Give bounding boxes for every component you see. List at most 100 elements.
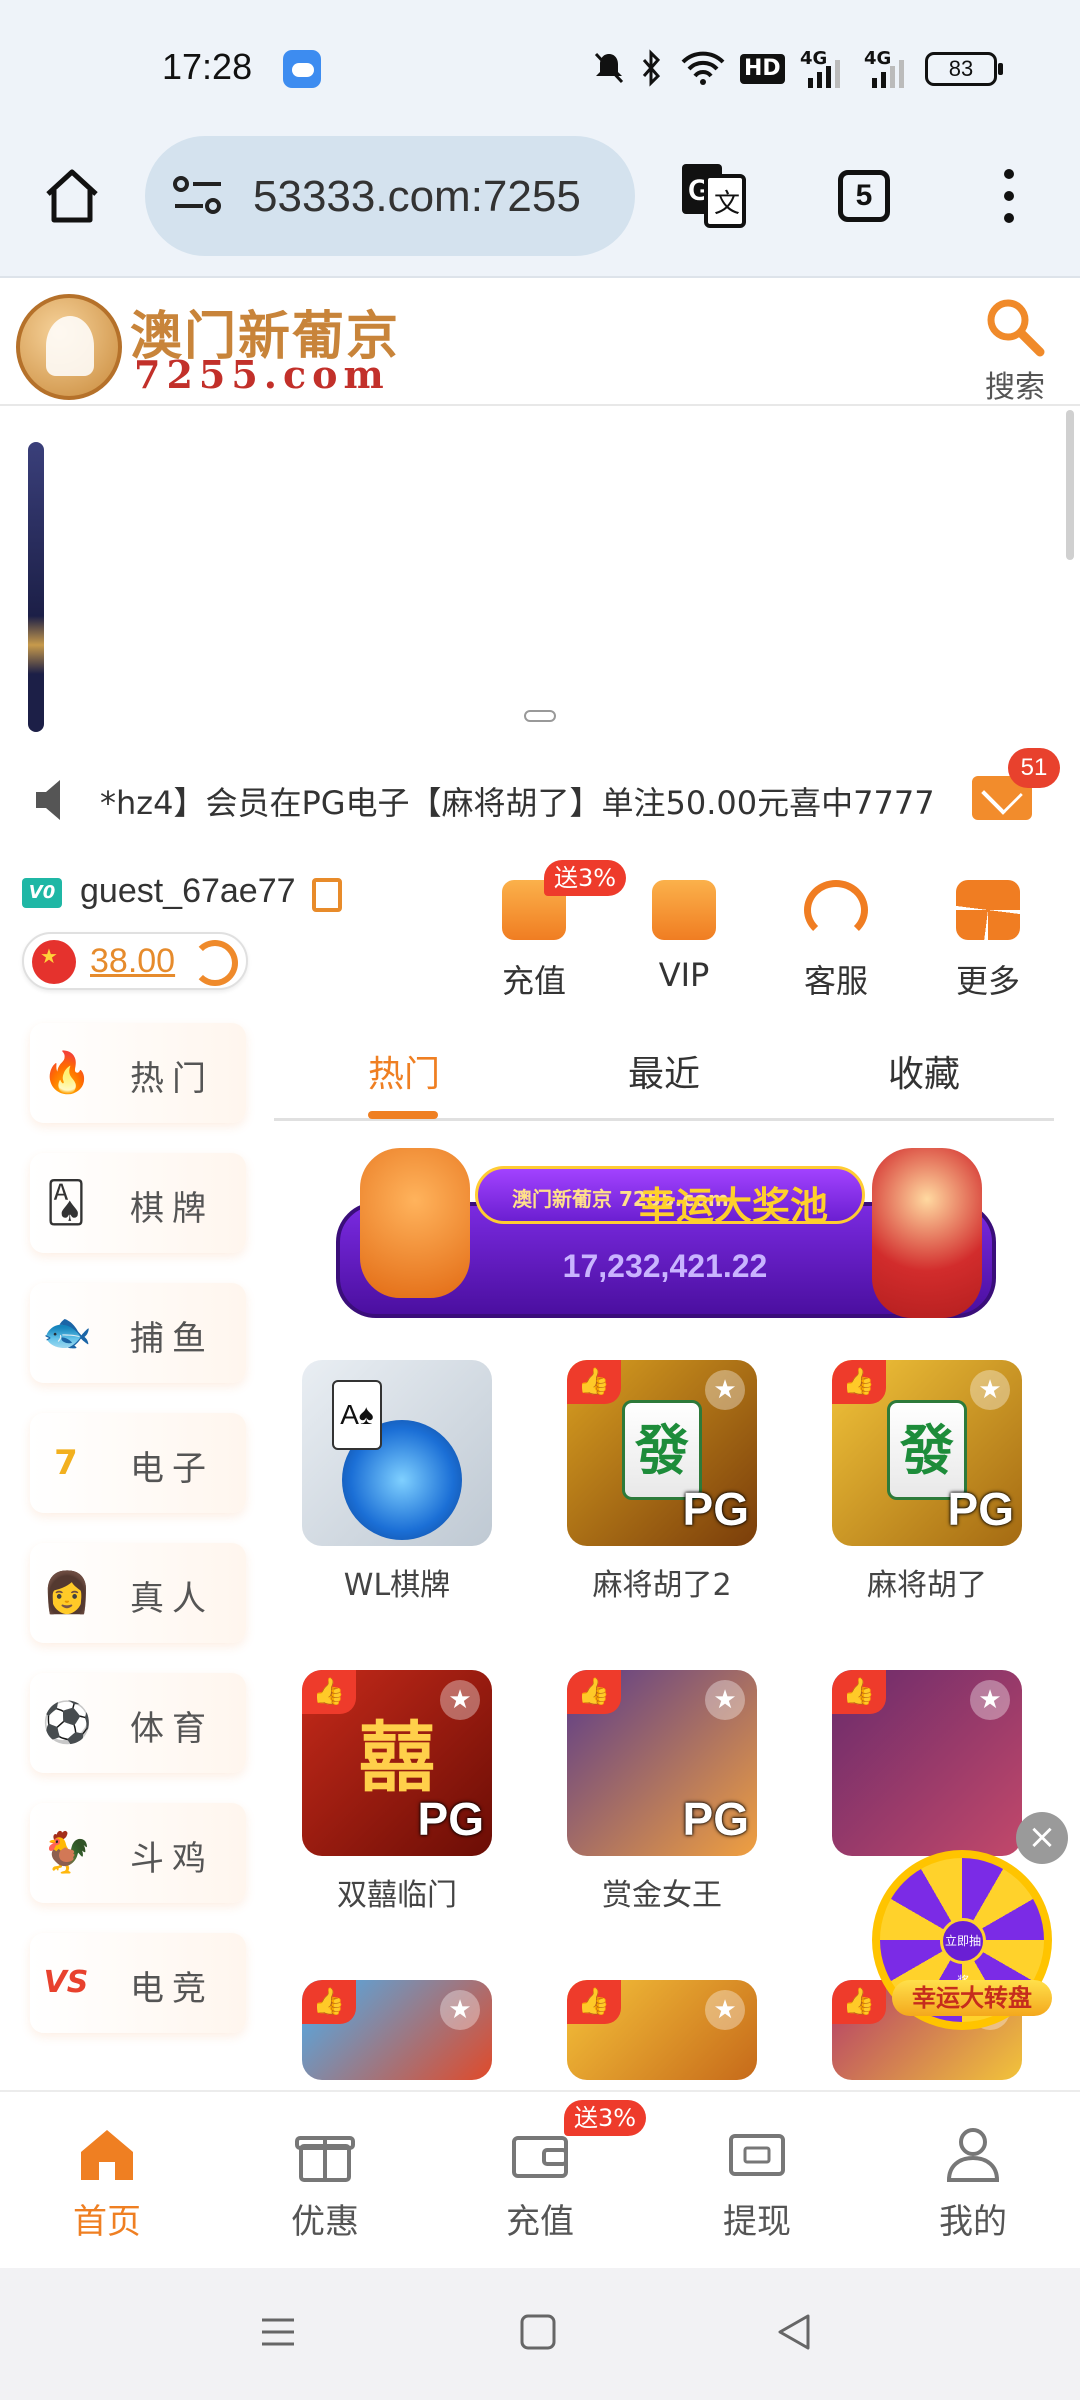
game-thumbnail[interactable]: 👍★ xyxy=(567,1980,757,2080)
sidebar-item-0[interactable]: 🔥 热门 xyxy=(30,1023,246,1123)
lucky-wheel-label[interactable]: 幸运大转盘 xyxy=(892,1980,1052,2016)
quick-action-vip[interactable]: VIP xyxy=(624,860,744,1000)
nav-label: 提现 xyxy=(723,2202,791,2242)
game-card[interactable]: 👍 ★ 發 PG 麻将胡了2 xyxy=(567,1360,757,1610)
promo-banner-carousel[interactable] xyxy=(0,408,1080,738)
banner-image[interactable] xyxy=(28,442,44,732)
site-logo-icon[interactable] xyxy=(16,294,122,400)
game-card[interactable]: A♠ WL棋牌 xyxy=(302,1360,492,1610)
thumbs-up-icon: 👍 xyxy=(567,1670,621,1714)
jackpot-banner[interactable]: 澳门新葡京 7255.com 幸运大奖池 17,232,421.22 xyxy=(300,1148,1030,1338)
jackpot-name: 幸运大奖池 xyxy=(638,1184,829,1228)
sidebar-item-label: 捕鱼 xyxy=(130,1319,214,1359)
home-square-icon[interactable] xyxy=(518,2312,558,2352)
pg-brand-label: PG xyxy=(682,1793,749,1845)
game-card[interactable]: 👍★ xyxy=(302,1980,492,2080)
site-settings-icon[interactable] xyxy=(171,174,225,218)
favorite-star-icon[interactable]: ★ xyxy=(970,1370,1010,1410)
nav-promotions[interactable]: 优惠 xyxy=(250,2092,400,2270)
active-tab-indicator xyxy=(368,1111,438,1119)
sidebar-item-1[interactable]: 🂡 棋牌 xyxy=(30,1153,246,1253)
sidebar-item-label: 斗鸡 xyxy=(130,1839,214,1879)
announcement-bar[interactable]: *hz4】会员在PG电子【麻将胡了】单注50.00元喜中7777 xyxy=(0,760,1080,844)
nav-profile[interactable]: 我的 xyxy=(898,2092,1048,2270)
game-card[interactable]: 👍 ★ PG 赏金女王 xyxy=(567,1670,757,1920)
search-icon xyxy=(987,299,1045,357)
translate-icon[interactable]: G文 xyxy=(678,160,748,230)
dealer-icon: 👩 xyxy=(42,1570,92,1616)
tab-hot[interactable]: 热门 xyxy=(314,1045,494,1097)
game-tabs: 热门 最近 收藏 xyxy=(274,1015,1054,1121)
favorite-star-icon[interactable]: ★ xyxy=(970,1680,1010,1720)
sidebar-item-4[interactable]: 👩 真人 xyxy=(30,1543,246,1643)
grid-menu-icon xyxy=(956,880,1020,940)
sidebar-item-5[interactable]: ⚽ 体育 xyxy=(30,1673,246,1773)
sidebar-item-7[interactable]: VS 电竞 xyxy=(30,1933,246,2033)
search-button[interactable]: 搜索 xyxy=(970,290,1060,405)
game-thumbnail[interactable]: 👍 ★ 發 PG xyxy=(832,1360,1022,1546)
site-logo-domain[interactable]: 7255.com xyxy=(134,352,390,397)
game-thumbnail[interactable]: A♠ xyxy=(302,1360,492,1546)
game-thumbnail[interactable]: 👍 ★ 發 PG xyxy=(567,1360,757,1546)
thumbs-up-icon: 👍 xyxy=(567,1360,621,1404)
more-menu-icon[interactable] xyxy=(994,164,1024,228)
game-card[interactable]: 👍★ xyxy=(567,1980,757,2080)
wallet-icon xyxy=(512,2136,568,2178)
withdraw-ticket-icon xyxy=(729,2134,785,2176)
announcement-text: *hz4】会员在PG电子【麻将胡了】单注50.00元喜中7777 xyxy=(100,784,935,822)
page-scrollbar[interactable] xyxy=(1066,410,1074,560)
site-header: 澳门新葡京 7255.com 搜索 xyxy=(0,280,1080,406)
nav-label: 充值 xyxy=(506,2202,574,2242)
quick-action-support[interactable]: 客服 xyxy=(776,860,896,1000)
mail-count-badge: 51 xyxy=(1008,748,1060,788)
vs-icon: VS xyxy=(43,1965,89,2000)
game-card[interactable]: 👍 ★ 囍 PG 双囍临门 xyxy=(302,1670,492,1920)
back-icon[interactable] xyxy=(774,2312,814,2352)
quick-action-label: 充值 xyxy=(501,962,566,1000)
nav-withdraw[interactable]: 提现 xyxy=(682,2092,832,2270)
pg-brand-label: PG xyxy=(947,1483,1014,1535)
favorite-star-icon[interactable]: ★ xyxy=(705,1680,745,1720)
sidebar-item-label: 电竞 xyxy=(130,1969,214,2009)
nav-home[interactable]: 首页 xyxy=(32,2092,182,2270)
game-name: 双囍临门 xyxy=(337,1878,457,1913)
quick-action-more[interactable]: 更多 xyxy=(928,860,1048,1000)
fish-icon: 🐟 xyxy=(42,1310,92,1356)
tab-switcher-button[interactable]: 5 xyxy=(838,170,890,222)
sidebar-item-6[interactable]: 🐓 斗鸡 xyxy=(30,1803,246,1903)
gift-icon xyxy=(295,2136,355,2182)
jackpot-amount: 17,232,421.22 xyxy=(562,1248,768,1284)
game-name: 赏金女王 xyxy=(602,1878,722,1913)
tab-favorites[interactable]: 收藏 xyxy=(834,1045,1014,1097)
favorite-star-icon[interactable]: ★ xyxy=(440,1990,480,2030)
hd-icon: HD xyxy=(740,54,785,84)
status-time: 17:28 xyxy=(162,46,253,87)
sidebar-item-label: 棋牌 xyxy=(130,1189,214,1229)
game-thumbnail[interactable]: 👍★ xyxy=(302,1980,492,2080)
wifi-icon xyxy=(681,51,725,85)
game-card[interactable]: 👍 ★ 發 PG 麻将胡了 xyxy=(832,1360,1022,1610)
pg-brand-label: PG xyxy=(417,1793,484,1845)
url-text: 53333.com:7255 xyxy=(253,172,581,221)
game-thumbnail[interactable]: 👍 ★ PG xyxy=(567,1670,757,1856)
game-name: 麻将胡了2 xyxy=(592,1568,732,1603)
tab-recent[interactable]: 最近 xyxy=(574,1045,754,1097)
game-name: 麻将胡了 xyxy=(867,1568,987,1603)
favorite-star-icon[interactable]: ★ xyxy=(705,1990,745,2030)
mute-bell-icon xyxy=(594,52,624,84)
playing-card-icon: A♠ xyxy=(332,1380,382,1450)
thumbs-up-icon: 👍 xyxy=(302,1980,356,2024)
home-icon[interactable] xyxy=(40,164,104,228)
sidebar-item-3[interactable]: 7 电子 xyxy=(30,1413,246,1513)
recents-menu-icon[interactable] xyxy=(258,2312,298,2352)
favorite-star-icon[interactable]: ★ xyxy=(705,1370,745,1410)
close-icon[interactable]: × xyxy=(1016,1812,1068,1864)
sidebar-item-2[interactable]: 🐟 捕鱼 xyxy=(30,1283,246,1383)
game-thumbnail[interactable]: 👍★ xyxy=(832,1670,1022,1856)
pg-brand-label: PG xyxy=(682,1483,749,1535)
wheel-spin-button[interactable]: 立即抽奖 xyxy=(940,1918,986,1988)
copy-icon[interactable] xyxy=(312,878,342,912)
refresh-balance-icon[interactable] xyxy=(192,940,238,986)
address-bar[interactable]: 53333.com:7255 xyxy=(145,136,635,256)
game-thumbnail[interactable]: 👍 ★ 囍 PG xyxy=(302,1670,492,1856)
